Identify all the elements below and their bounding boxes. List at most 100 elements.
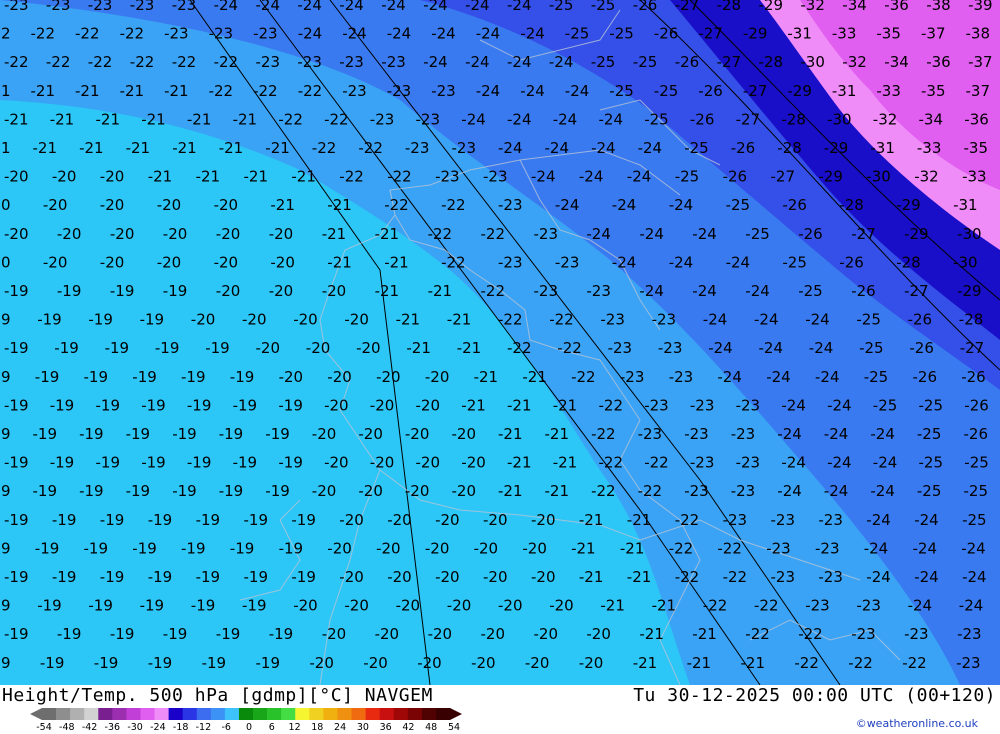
contour-value: -21 [507, 396, 532, 414]
contour-value: -20 [339, 511, 364, 529]
contour-value: -22 [703, 597, 728, 615]
contour-value: -24 [870, 425, 895, 443]
contour-value: -28 [896, 253, 921, 271]
contour-value: -21 [579, 568, 604, 586]
scale-color-swatch [323, 708, 338, 720]
contour-value: -20 [4, 168, 29, 186]
contour-value: -20 [425, 368, 450, 386]
contour-value: -24 [586, 225, 611, 243]
contour-value: -19 [35, 539, 60, 557]
contour-value: -21 [692, 625, 717, 643]
scale-tick-label: 24 [334, 722, 347, 733]
contour-value: -23 [498, 196, 523, 214]
contour-value: -25 [609, 25, 634, 43]
contour-value: -19 [205, 339, 230, 357]
contour-value: -20 [327, 539, 352, 557]
contour-value: -32 [842, 53, 867, 71]
contour-value: -26 [633, 0, 658, 14]
contour-value: -19 [4, 454, 29, 472]
contour-value: -19 [148, 568, 173, 586]
contour-value: -24 [692, 282, 717, 300]
contour-value: -22 [88, 53, 113, 71]
contour-value: -32 [873, 110, 898, 128]
contour-value: -29 [759, 0, 784, 14]
contour-value: -23 [339, 53, 364, 71]
contour-value: -32 [914, 168, 939, 186]
contour-value: -22 [481, 225, 506, 243]
contour-value: -21 [498, 425, 523, 443]
contour-value: -20 [525, 654, 550, 672]
contour-value: -26 [731, 139, 756, 157]
contour-value: -21 [265, 139, 290, 157]
contour-value: -25 [856, 311, 881, 329]
contour-value: -22 [4, 53, 29, 71]
contour-value: -24 [612, 253, 637, 271]
contour-value: -21 [148, 168, 173, 186]
contour-value: -19 [132, 539, 157, 557]
contour-value: -23 [638, 425, 663, 443]
contour-value: -22 [312, 139, 337, 157]
contour-value: -35 [876, 25, 901, 43]
contour-value: -22 [591, 425, 616, 443]
contour-value: -21 [600, 597, 625, 615]
scale-tick-label: 54 [447, 722, 461, 733]
contour-value: -25 [609, 82, 634, 100]
contour-value: -21 [120, 82, 145, 100]
contour-value: -25 [859, 339, 884, 357]
contour-value: -22 [75, 25, 100, 43]
credit-link[interactable]: ©weatheronline.co.uk [856, 717, 978, 730]
contour-value: -23 [534, 225, 559, 243]
contour-value: -23 [370, 110, 395, 128]
contour-value: -24 [545, 139, 570, 157]
contour-value: -38 [926, 0, 951, 14]
contour-value: -21 [291, 168, 316, 186]
contour-value: -21 [375, 225, 400, 243]
contour-value: -24 [961, 539, 986, 557]
scale-color-swatch [337, 708, 352, 720]
contour-value: -19 [181, 368, 206, 386]
contour-value: -23 [684, 482, 709, 500]
contour-value: -26 [782, 196, 807, 214]
contour-value: -20 [498, 597, 523, 615]
contour-value: -20 [327, 368, 352, 386]
contour-value: -20 [324, 396, 349, 414]
contour-value: -25 [782, 253, 807, 271]
contour-value: -19 [141, 396, 166, 414]
contour-value: -20 [586, 625, 611, 643]
contour-value: -24 [638, 139, 663, 157]
scale-color-swatch [351, 708, 366, 720]
contour-value: -24 [423, 53, 448, 71]
contour-value: -21 [233, 110, 258, 128]
contour-value: -23 [88, 0, 113, 14]
scale-color-swatch [407, 708, 423, 720]
contour-value: -23 [253, 25, 278, 43]
contour-value: -23 [658, 339, 683, 357]
contour-value: -24 [549, 53, 574, 71]
contour-value: -24 [465, 0, 490, 14]
contour-value: -20 [216, 282, 241, 300]
contour-value: -21 [96, 110, 121, 128]
contour-value: -20 [339, 568, 364, 586]
contour-value: -23 [172, 0, 197, 14]
contour-value: -23 [856, 597, 881, 615]
contour-value: -25 [684, 139, 709, 157]
scale-color-swatch [253, 708, 268, 720]
contour-value: -22 [358, 139, 383, 157]
contour-value: -23 [904, 625, 929, 643]
contour-value: -19 [94, 654, 119, 672]
contour-value: -19 [191, 597, 216, 615]
contour-value: -20 [100, 196, 125, 214]
contour-value: -24 [781, 454, 806, 472]
contour-value: -24 [962, 568, 987, 586]
contour-value: -27 [960, 339, 985, 357]
contour-value: -24 [507, 0, 532, 14]
contour-value: -24 [387, 25, 412, 43]
contour-value: -20 [387, 511, 412, 529]
contour-value: -22 [441, 253, 466, 271]
contour-value: -21 [31, 82, 56, 100]
contour-value: -22 [794, 654, 819, 672]
contour-value: -22 [384, 196, 409, 214]
contour-value: -21 [79, 139, 104, 157]
contour-value: -26 [851, 282, 876, 300]
contour-value: -35 [964, 139, 989, 157]
